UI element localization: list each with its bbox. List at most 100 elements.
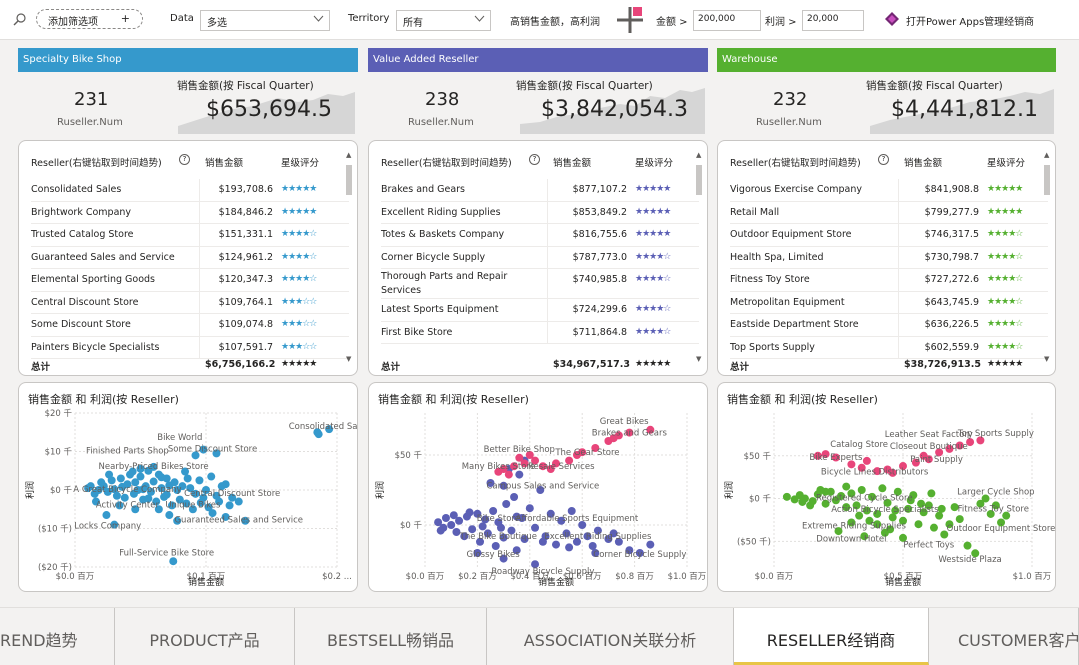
profit-threshold-input[interactable]: 20,000 [802, 10, 864, 31]
col-sales-header[interactable]: 销售金额 [205, 155, 243, 169]
reseller-name: Excellent Riding Supplies [381, 206, 501, 218]
data-point[interactable] [183, 474, 192, 483]
tab-customer[interactable]: CUSTOMER客户 [929, 608, 1079, 665]
data-point[interactable] [502, 500, 511, 508]
data-point[interactable] [102, 511, 111, 520]
data-point[interactable] [449, 511, 458, 520]
data-point[interactable] [165, 511, 174, 520]
scroll-thumb[interactable] [696, 165, 702, 195]
col-sales-header[interactable]: 销售金额 [904, 155, 942, 169]
data-point[interactable] [878, 484, 887, 493]
scroll-down-icon[interactable]: ▼ [346, 355, 351, 363]
data-point[interactable] [927, 489, 936, 498]
table-row[interactable]: Fitness Toy Store $727,272.6 ★★★★☆ [730, 269, 1048, 292]
table-scrollbar[interactable]: ▲ ▼ [1044, 151, 1050, 363]
data-point[interactable] [136, 472, 145, 481]
table-scrollbar[interactable]: ▲ ▼ [346, 151, 352, 363]
scatter-plot[interactable]: $50 千$0 千($50 千)$0.0 百万 $0.5 百万 $1.0 百万销售金… [718, 383, 1055, 591]
data-point[interactable] [782, 492, 791, 501]
data-point[interactable] [510, 493, 519, 501]
table-row[interactable]: Vigorous Exercise Company $841,908.8 ★★★★★ [730, 179, 1048, 202]
data-point[interactable] [937, 504, 946, 513]
scroll-up-icon[interactable]: ▲ [346, 151, 351, 159]
table-row[interactable]: Central Discount Store $109,764.1 ★★★☆☆ [31, 291, 349, 314]
table-row[interactable]: Thorough Parts and Repair Services $740,9… [381, 269, 699, 299]
scroll-down-icon[interactable]: ▼ [696, 355, 701, 363]
data-point[interactable] [525, 504, 534, 513]
table-row[interactable]: Latest Sports Equipment $724,299.6 ★★★★☆ [381, 299, 699, 322]
data-point[interactable] [491, 542, 500, 550]
scroll-up-icon[interactable]: ▲ [1044, 151, 1049, 159]
col-rating-header[interactable]: 星级评分 [281, 155, 319, 169]
table-row[interactable]: Consolidated Sales $193,708.6 ★★★★★ [31, 179, 349, 202]
data-point[interactable] [842, 482, 851, 491]
scroll-thumb[interactable] [1044, 165, 1050, 195]
table-row[interactable]: First Bike Store $711,864.8 ★★★★☆ [381, 321, 699, 344]
amount-threshold-input[interactable]: 200,000 [693, 10, 761, 31]
add-filter-button[interactable]: 添加筛选项 + [36, 9, 143, 29]
table-row[interactable]: Totes & Baskets Company $816,755.6 ★★★★★ [381, 224, 699, 247]
data-point[interactable] [447, 521, 456, 529]
tab-trend[interactable]: REND趋势 [0, 608, 115, 665]
data-point[interactable] [565, 543, 574, 552]
table-row[interactable]: Top Sports Supply $602,559.9 ★★★★☆ [730, 336, 1048, 359]
col-reseller-header[interactable]: Reseller(右键钻取到时间趋势) [31, 155, 162, 169]
table-row[interactable]: Trusted Catalog Store $151,331.1 ★★★★☆ [31, 224, 349, 247]
table-row[interactable]: Painters Bicycle Specialists $107,591.7 ★★… [31, 336, 349, 359]
territory-filter-dropdown[interactable]: 所有 [396, 10, 491, 31]
data-point[interactable] [588, 542, 597, 550]
data-point[interactable] [531, 523, 540, 532]
data-point[interactable] [225, 501, 234, 510]
data-point[interactable] [221, 480, 230, 489]
data-point[interactable] [914, 520, 923, 529]
col-reseller-header[interactable]: Reseller(右键钻取到时间趋势) [381, 155, 512, 169]
data-point[interactable] [441, 514, 450, 522]
scroll-thumb[interactable] [346, 165, 352, 195]
table-row[interactable]: Outdoor Equipment Store $746,317.5 ★★★★☆ [730, 224, 1048, 247]
col-rating-header[interactable]: 星级评分 [635, 155, 673, 169]
table-row[interactable]: Health Spa, Limited $730,798.7 ★★★★☆ [730, 246, 1048, 269]
table-row[interactable]: Metropolitan Equipment $643,745.9 ★★★★☆ [730, 291, 1048, 314]
data-filter-dropdown[interactable]: 多选 [200, 10, 330, 31]
data-point[interactable] [806, 501, 815, 510]
table-row[interactable]: Guaranteed Sales and Service $124,961.2 ★★… [31, 246, 349, 269]
power-apps-icon[interactable] [885, 12, 899, 26]
data-point[interactable] [195, 476, 204, 485]
scatter-plot[interactable]: $50 千$0 千$0.0 百万 $0.2 百万 $0.4 百万 $0.6 百万 $0.… [369, 383, 707, 591]
tab-bestsell[interactable]: BESTSELL畅销品 [295, 608, 487, 665]
table-row[interactable]: Eastside Department Store $636,226.5 ★★★★☆ [730, 314, 1048, 337]
tab-product[interactable]: PRODUCT产品 [115, 608, 295, 665]
help-icon[interactable]: ? [529, 154, 540, 165]
table-row[interactable]: Excellent Riding Supplies $853,849.2 ★★★★★ [381, 201, 699, 224]
data-point[interactable] [207, 472, 216, 481]
col-rating-header[interactable]: 星级评分 [987, 155, 1025, 169]
data-point[interactable] [436, 526, 445, 535]
scatter-plot[interactable]: $20 千$10 千$0 千($10 千)($20 千)$0.0 百万 $0.1 … [19, 383, 357, 591]
tab-reseller[interactable]: RESELLER经销商 [734, 608, 929, 665]
scroll-up-icon[interactable]: ▲ [696, 151, 701, 159]
data-point[interactable] [116, 474, 125, 483]
tab-association[interactable]: ASSOCIATION关联分析 [487, 608, 734, 665]
power-apps-link[interactable]: 打开Power Apps管理经销商 [906, 13, 1034, 28]
data-point[interactable] [798, 497, 807, 506]
col-sales-header[interactable]: 销售金额 [553, 155, 591, 169]
data-point[interactable] [929, 523, 938, 532]
data-point[interactable] [465, 508, 474, 517]
help-icon[interactable]: ? [878, 154, 889, 165]
search-icon[interactable] [13, 12, 27, 26]
scroll-down-icon[interactable]: ▼ [1044, 355, 1049, 363]
table-row[interactable]: Corner Bicycle Supply $787,773.0 ★★★★☆ [381, 246, 699, 269]
table-row[interactable]: Some Discount Store $109,074.8 ★★★☆☆ [31, 314, 349, 337]
table-scrollbar[interactable]: ▲ ▼ [696, 151, 702, 363]
data-point[interactable] [963, 541, 972, 550]
data-point[interactable] [157, 473, 166, 482]
data-point[interactable] [496, 523, 505, 532]
help-icon[interactable]: ? [179, 154, 190, 165]
table-row[interactable]: Brakes and Gears $877,107.2 ★★★★★ [381, 179, 699, 202]
col-reseller-header[interactable]: Reseller(右键钻取到时间趋势) [730, 155, 861, 169]
table-row[interactable]: Retail Mall $799,277.9 ★★★★★ [730, 201, 1048, 224]
highlight-point[interactable] [862, 456, 871, 465]
table-row[interactable]: Elemental Sporting Goods $120,347.3 ★★★★☆ [31, 269, 349, 292]
table-row[interactable]: Brightwork Company $184,846.2 ★★★★★ [31, 201, 349, 224]
data-point[interactable] [955, 515, 964, 524]
